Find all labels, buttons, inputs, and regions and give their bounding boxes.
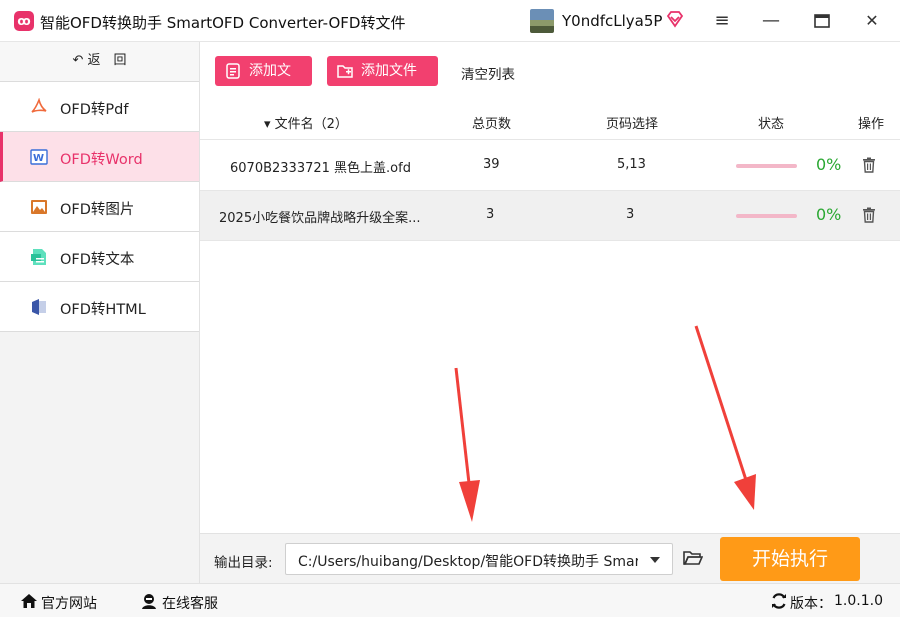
home-icon [21, 594, 37, 608]
back-arrow-icon: ↶ [72, 53, 88, 68]
cell-page-select[interactable]: 5,13 [617, 157, 646, 172]
open-folder-icon[interactable] [683, 549, 703, 567]
sidebar-item-label: OFD转图片 [60, 202, 135, 218]
add-folder-icon [337, 65, 353, 78]
main-panel: 添加文件 添加文件夹 清空列表 ▾ 文件名（2） 总页数 页码选择 状态 操作 … [200, 42, 900, 533]
sidebar-item-label: OFD转文本 [60, 252, 135, 268]
progress-text: 0% [816, 155, 842, 174]
image-icon [31, 200, 47, 214]
word-icon: W [30, 149, 48, 165]
html-icon [32, 299, 46, 315]
delete-icon[interactable] [862, 157, 876, 173]
menu-icon[interactable]: ≡ [711, 10, 733, 32]
chevron-down-icon [650, 557, 660, 563]
back-label: 返 回 [87, 53, 127, 68]
cell-pages: 39 [483, 157, 500, 172]
add-file-icon [226, 63, 240, 79]
table-row[interactable]: 2025小吃餐饮品牌战略升级全案... 3 3 0% [200, 191, 900, 241]
cell-pages: 3 [486, 207, 495, 222]
sidebar-item-ofd-to-pdf[interactable]: OFD转Pdf [0, 82, 199, 132]
output-dir-label: 输出目录: [214, 555, 273, 571]
table-row[interactable]: 6070B2333721 黑色上盖.ofd 39 5,13 0% [200, 141, 900, 191]
sidebar-item-label: OFD转Pdf [60, 102, 129, 118]
start-button[interactable]: 开始执行 [720, 537, 860, 581]
progress-bar [736, 164, 797, 168]
pdf-icon [31, 98, 47, 113]
progress-text: 0% [816, 205, 842, 224]
clear-list-button[interactable]: 清空列表 [461, 63, 515, 83]
sidebar: ↶ 返 回 OFD转Pdf W OFD转Word OFD转图片 OFD转文本 O… [0, 42, 200, 583]
cell-page-select[interactable]: 3 [626, 207, 634, 222]
col-page-select: 页码选择 [606, 117, 659, 132]
minimize-button[interactable]: — [760, 10, 782, 32]
text-icon [31, 249, 46, 265]
status-bar: 官方网站 在线客服 版本： 1.0.1.0 [0, 583, 900, 617]
online-support-link[interactable]: 在线客服 [162, 593, 218, 613]
col-status: 状态 [758, 117, 785, 132]
username[interactable]: Y0ndfcLlya5P [562, 12, 662, 30]
svg-text:W: W [33, 153, 44, 164]
cell-filename: 6070B2333721 黑色上盖.ofd [230, 161, 411, 176]
col-filename[interactable]: ▾ 文件名（2） [264, 113, 348, 132]
title-bar: ꝏ 智能OFD转换助手 SmartOFD Converter-OFD转文件 Y0… [0, 0, 900, 42]
col-actions: 操作 [858, 117, 885, 132]
delete-icon[interactable] [862, 207, 876, 223]
sidebar-item-label: OFD转Word [60, 152, 143, 168]
refresh-icon[interactable] [770, 592, 788, 610]
output-dir-value: C:/Users/huibang/Desktop/智能OFD转换助手 Smart… [298, 554, 638, 570]
window-title: 智能OFD转换助手 SmartOFD Converter-OFD转文件 [40, 14, 406, 32]
output-bar: 输出目录: C:/Users/huibang/Desktop/智能OFD转换助手… [200, 533, 900, 583]
table-header: ▾ 文件名（2） 总页数 页码选择 状态 操作 [200, 102, 900, 140]
sidebar-item-ofd-to-text[interactable]: OFD转文本 [0, 232, 199, 282]
progress-bar [736, 214, 797, 218]
add-folder-button[interactable]: 添加文件夹 [327, 56, 438, 109]
sidebar-item-label: OFD转HTML [60, 302, 146, 318]
official-website-link[interactable]: 官方网站 [41, 593, 97, 613]
output-dir-select[interactable]: C:/Users/huibang/Desktop/智能OFD转换助手 Smart… [285, 543, 673, 575]
sidebar-item-ofd-to-word[interactable]: W OFD转Word [0, 132, 199, 182]
close-button[interactable]: ✕ [861, 10, 883, 32]
col-pages: 总页数 [472, 117, 512, 132]
sidebar-item-ofd-to-image[interactable]: OFD转图片 [0, 182, 199, 232]
app-logo-icon: ꝏ [14, 11, 34, 31]
sidebar-item-ofd-to-html[interactable]: OFD转HTML [0, 282, 199, 332]
add-file-button[interactable]: 添加文件 [215, 56, 312, 109]
user-avatar[interactable] [530, 9, 554, 33]
support-icon [142, 594, 156, 609]
vip-diamond-icon[interactable] [666, 10, 684, 28]
version-value: 1.0.1.0 [834, 593, 883, 609]
cell-filename: 2025小吃餐饮品牌战略升级全案... [219, 211, 421, 226]
version-label: 版本： [790, 596, 832, 612]
back-button[interactable]: ↶ 返 回 [0, 42, 199, 82]
maximize-button[interactable] [811, 10, 833, 32]
